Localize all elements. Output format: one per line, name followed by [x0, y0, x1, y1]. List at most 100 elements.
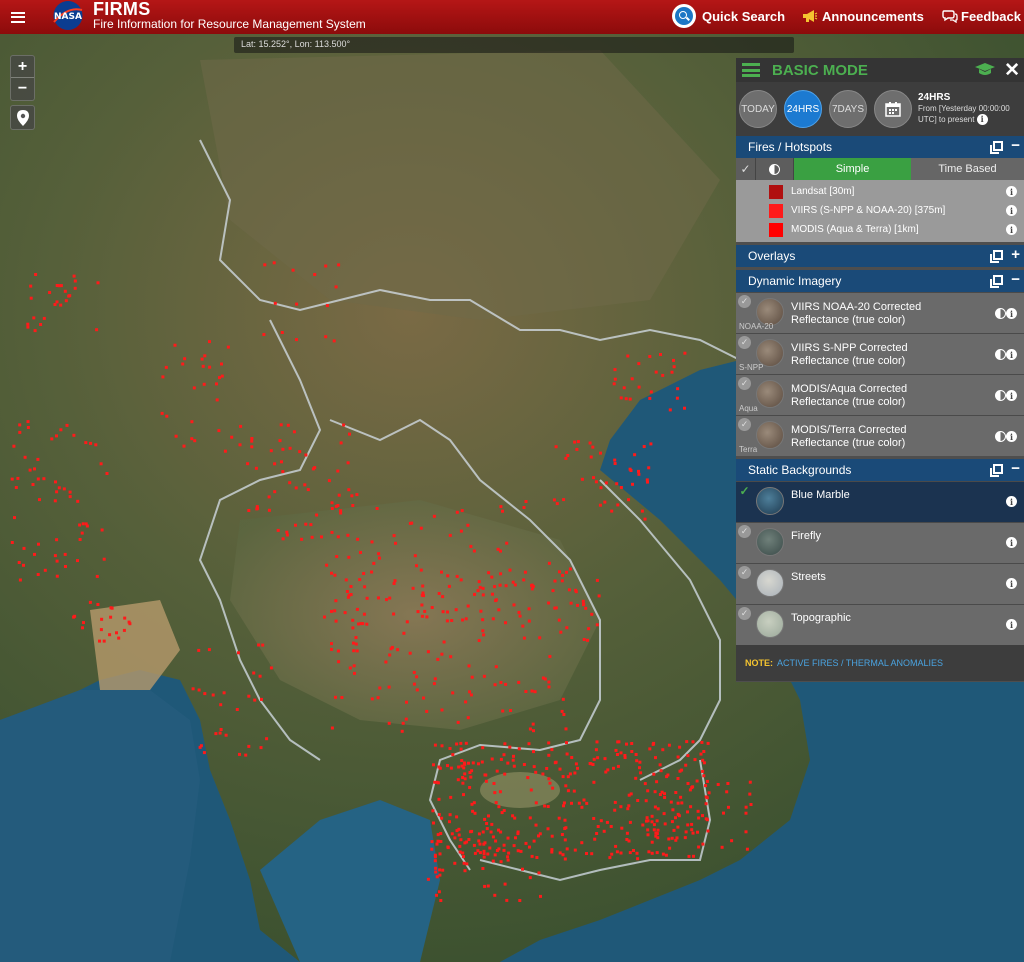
fire-hotspot[interactable] [53, 303, 57, 306]
fire-hotspot[interactable] [671, 808, 675, 812]
fire-hotspot[interactable] [530, 689, 534, 693]
fire-hotspot[interactable] [512, 764, 516, 768]
fire-hotspot[interactable] [459, 578, 463, 582]
fire-hotspot[interactable] [647, 850, 651, 854]
check-icon[interactable]: ✓ [738, 295, 751, 308]
fire-hotspot[interactable] [706, 829, 710, 833]
fire-hotspot[interactable] [527, 742, 531, 746]
fire-hotspot[interactable] [487, 814, 490, 818]
fire-hotspot[interactable] [550, 834, 554, 838]
fire-hotspot[interactable] [629, 469, 633, 472]
fire-hotspot[interactable] [576, 440, 580, 444]
fire-hotspot[interactable] [497, 805, 501, 809]
fire-hotspot[interactable] [404, 717, 408, 721]
fire-hotspot[interactable] [645, 816, 649, 820]
fire-hotspot[interactable] [108, 633, 112, 637]
fire-hotspot[interactable] [517, 680, 521, 684]
fire-hotspot[interactable] [573, 848, 577, 852]
fire-hotspot[interactable] [503, 742, 507, 746]
fire-hotspot[interactable] [502, 848, 506, 852]
fire-hotspot[interactable] [411, 586, 415, 590]
fire-hotspot[interactable] [523, 570, 527, 574]
fire-hotspot[interactable] [436, 657, 440, 661]
fire-hotspot[interactable] [55, 538, 59, 542]
fire-hotspot[interactable] [489, 830, 493, 834]
fire-hotspot[interactable] [644, 799, 648, 803]
info-icon[interactable]: i [1006, 537, 1017, 548]
fire-hotspot[interactable] [648, 747, 652, 751]
fire-hotspot[interactable] [39, 323, 43, 326]
fire-hotspot[interactable] [466, 716, 470, 720]
fire-hotspot[interactable] [343, 611, 347, 615]
fire-hotspot[interactable] [594, 748, 598, 752]
fire-hotspot[interactable] [461, 776, 465, 779]
fire-hotspot[interactable] [705, 779, 709, 783]
fire-hotspot[interactable] [454, 608, 458, 612]
fire-hotspot[interactable] [385, 598, 388, 602]
fire-hotspot[interactable] [630, 742, 634, 745]
fire-hotspot[interactable] [514, 836, 517, 840]
fire-hotspot[interactable] [577, 801, 581, 805]
fire-hotspot[interactable] [580, 477, 584, 481]
fire-hotspot[interactable] [375, 507, 379, 510]
fire-hotspot[interactable] [613, 808, 617, 812]
fire-hotspot[interactable] [522, 578, 526, 582]
fire-hotspot[interactable] [619, 396, 623, 400]
fire-hotspot[interactable] [699, 752, 703, 756]
fire-hotspot[interactable] [683, 351, 687, 355]
fire-hotspot[interactable] [191, 687, 195, 691]
fire-hotspot[interactable] [704, 802, 708, 806]
fire-hotspot[interactable] [446, 764, 449, 768]
fire-layer-viirs[interactable]: VIIRS (S-NPP & NOAA-20) [375m] i [736, 201, 1024, 220]
fire-hotspot[interactable] [387, 721, 391, 725]
fire-hotspot[interactable] [55, 559, 59, 563]
fire-hotspot[interactable] [57, 284, 61, 288]
fire-hotspot[interactable] [324, 335, 328, 339]
fire-hotspot[interactable] [521, 624, 525, 628]
fire-hotspot[interactable] [36, 457, 40, 461]
fire-hotspot[interactable] [455, 742, 459, 746]
fire-hotspot[interactable] [217, 429, 221, 433]
fire-hotspot[interactable] [748, 792, 752, 796]
fire-hotspot[interactable] [304, 522, 308, 526]
fire-hotspot[interactable] [472, 549, 476, 553]
opacity-icon[interactable] [995, 308, 1006, 319]
fire-hotspot[interactable] [676, 387, 680, 391]
fire-hotspot[interactable] [50, 437, 54, 441]
fire-hotspot[interactable] [238, 752, 241, 756]
fire-hotspot[interactable] [377, 596, 380, 600]
fire-hotspot[interactable] [378, 686, 382, 690]
fire-hotspot[interactable] [413, 554, 417, 558]
fire-hotspot[interactable] [425, 615, 429, 619]
fire-hotspot[interactable] [250, 439, 254, 443]
fire-hotspot[interactable] [355, 649, 359, 653]
fire-hotspot[interactable] [591, 445, 595, 449]
fire-hotspot[interactable] [625, 742, 628, 746]
fire-hotspot[interactable] [451, 691, 455, 695]
fire-hotspot[interactable] [315, 513, 319, 517]
fire-hotspot[interactable] [608, 856, 612, 860]
fire-hotspot[interactable] [725, 790, 729, 794]
fire-hotspot[interactable] [616, 740, 620, 744]
fire-hotspot[interactable] [465, 840, 469, 844]
fire-hotspot[interactable] [623, 754, 627, 757]
fire-hotspot[interactable] [477, 639, 481, 642]
fire-hotspot[interactable] [320, 535, 323, 539]
fire-hotspot[interactable] [269, 449, 273, 453]
fire-hotspot[interactable] [286, 423, 290, 427]
fire-hotspot[interactable] [68, 490, 72, 494]
fire-hotspot[interactable] [99, 628, 103, 632]
fire-hotspot[interactable] [649, 390, 653, 394]
fire-hotspot[interactable] [362, 572, 366, 575]
background-item-blue-marble[interactable]: ✓ Blue Marble i [736, 481, 1024, 522]
fire-hotspot[interactable] [701, 758, 705, 762]
fire-hotspot[interactable] [330, 609, 333, 613]
fire-hotspot[interactable] [585, 801, 589, 805]
fire-hotspot[interactable] [625, 831, 629, 835]
fire-hotspot[interactable] [10, 477, 14, 481]
fire-hotspot[interactable] [482, 849, 486, 853]
fire-hotspot[interactable] [467, 761, 470, 765]
fire-hotspot[interactable] [613, 377, 617, 381]
fire-hotspot[interactable] [491, 859, 495, 863]
fire-hotspot[interactable] [677, 814, 681, 818]
